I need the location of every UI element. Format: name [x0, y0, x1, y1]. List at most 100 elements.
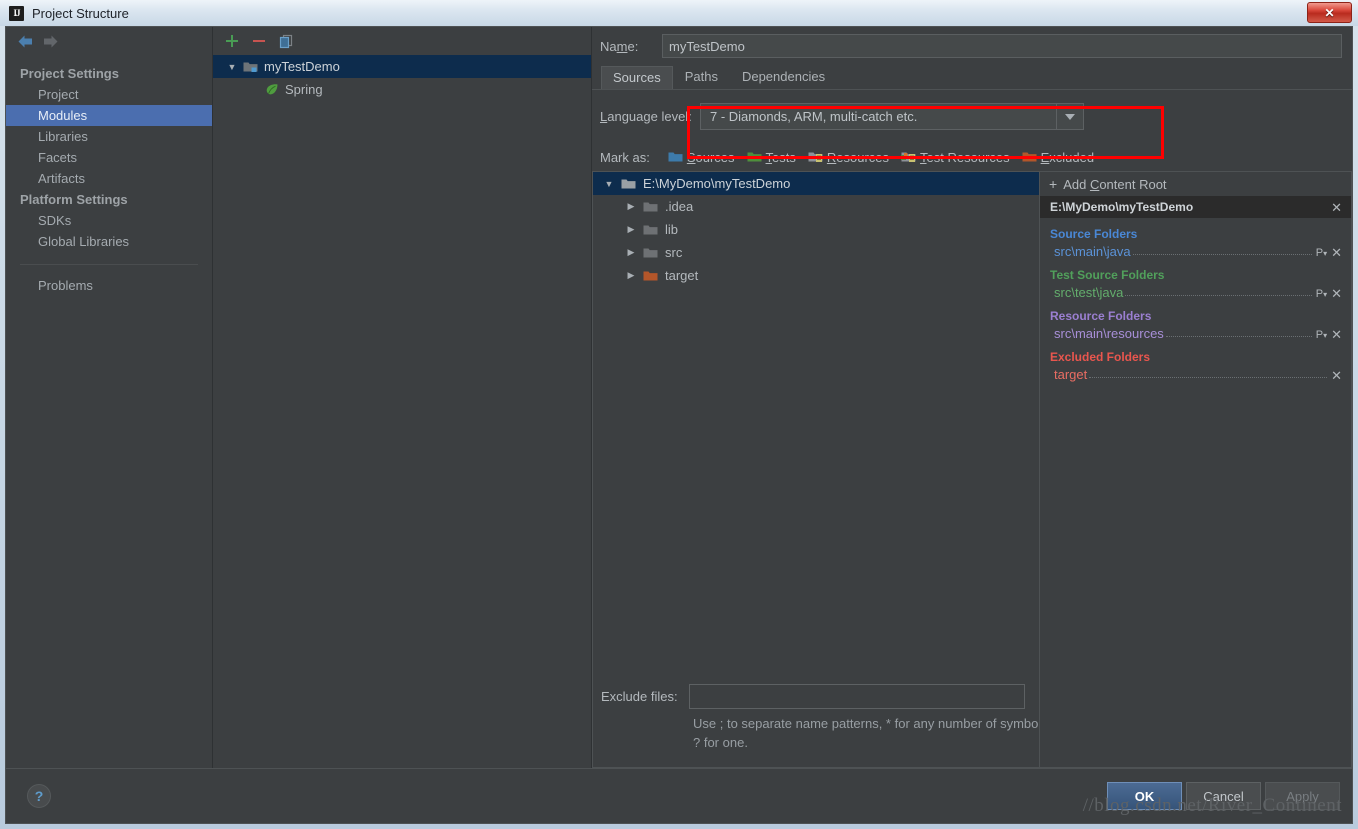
mark-as-label: Mark as:	[600, 149, 650, 165]
mark-as-test-resources-button[interactable]: Test Resources	[901, 150, 1010, 165]
root-folder-item[interactable]: target ✕	[1040, 364, 1351, 382]
file-tree-row[interactable]: ▼ E:\MyDemo\myTestDemo	[593, 172, 1039, 195]
dotted-leader	[1125, 284, 1312, 296]
file-tree-row[interactable]: ▶ src	[593, 241, 1039, 264]
triangle-down-icon[interactable]: ▼	[597, 179, 621, 189]
remove-content-root-icon[interactable]: ✕	[1331, 201, 1342, 214]
mark-as-label: Resources	[826, 149, 890, 165]
tab-sources[interactable]: Sources	[601, 66, 673, 89]
triangle-down-icon[interactable]: ▼	[221, 62, 243, 72]
sidebar-item-modules[interactable]: Modules	[6, 105, 212, 126]
file-tree-row[interactable]: ▶ .idea	[593, 195, 1039, 218]
root-folder-path: src\main\resources	[1054, 326, 1164, 341]
modules-toolbar	[213, 27, 591, 55]
cancel-button[interactable]: Cancel	[1186, 782, 1261, 810]
ok-button[interactable]: OK	[1107, 782, 1182, 810]
triangle-right-icon[interactable]: ▶	[619, 247, 643, 258]
project-structure-dialog: Project Settings Project Modules Libraries F…	[5, 26, 1353, 824]
add-content-root-button[interactable]: + Add Content Root	[1040, 172, 1351, 196]
root-folder-actions: ✕	[1331, 369, 1342, 382]
mark-as-label: Test Resources	[920, 149, 1010, 165]
mark-as-sources-button[interactable]: Sources	[668, 150, 735, 165]
exclude-files-row: Exclude files:	[593, 684, 1025, 710]
sidebar-items: Project Settings Project Modules Libraries F…	[6, 55, 212, 296]
file-tree-label: lib	[665, 222, 679, 237]
exclude-files-hint: Use ; to separate name patterns, * for a…	[693, 716, 1052, 751]
sidebar-item-libraries[interactable]: Libraries	[6, 126, 212, 147]
sidebar-item-project[interactable]: Project	[6, 84, 212, 105]
dialog-content: Project Settings Project Modules Libraries F…	[6, 27, 1352, 768]
language-level-row: Language level: 7 - Diamonds, ARM, multi…	[592, 90, 1352, 143]
spring-leaf-icon	[265, 83, 279, 96]
remove-root-folder-icon[interactable]: ✕	[1331, 328, 1342, 341]
help-button[interactable]: ?	[27, 784, 51, 808]
remove-root-folder-icon[interactable]: ✕	[1331, 246, 1342, 259]
add-module-icon[interactable]	[225, 34, 239, 48]
folder-icon	[668, 151, 683, 163]
file-tree-row[interactable]: ▶ target	[593, 264, 1039, 287]
package-prefix-icon[interactable]: P▾	[1316, 288, 1327, 300]
folder-icon	[901, 151, 916, 163]
mark-as-row: Mark as: Sources Tests Resources Test Resou…	[592, 143, 1352, 171]
sidebar-item-global-libraries[interactable]: Global Libraries	[6, 231, 212, 252]
root-group-title: Test Source Folders	[1050, 268, 1165, 282]
module-tree-row[interactable]: ▼ myTestDemo	[213, 55, 591, 78]
file-tree-rows[interactable]: ▼ E:\MyDemo\myTestDemo ▶ .idea ▶ lib ▶ src ▶ targ…	[593, 172, 1039, 674]
mark-as-resources-button[interactable]: Resources	[808, 150, 889, 165]
sidebar-group-project-settings: Project Settings	[20, 66, 119, 81]
module-tree-row[interactable]: Spring	[213, 78, 591, 101]
root-folder-item[interactable]: src\main\resources P▾ ✕	[1040, 323, 1351, 341]
settings-sidebar: Project Settings Project Modules Libraries F…	[6, 27, 213, 768]
exclude-files-input[interactable]	[688, 684, 1025, 710]
sidebar-item-sdks[interactable]: SDKs	[6, 210, 212, 231]
language-level-combo[interactable]: 7 - Diamonds, ARM, multi-catch etc.	[700, 103, 1084, 130]
module-icon	[243, 61, 258, 73]
window-title: Project Structure	[32, 5, 129, 21]
content-root-header: E:\MyDemo\myTestDemo ✕	[1040, 196, 1351, 218]
tab-paths[interactable]: Paths	[673, 65, 730, 89]
mark-as-label: Excluded	[1040, 149, 1095, 165]
module-tabs: Sources Paths Dependencies	[592, 65, 1352, 89]
mark-as-label: Tests	[765, 149, 796, 165]
dotted-leader	[1132, 243, 1312, 255]
remove-root-folder-icon[interactable]: ✕	[1331, 287, 1342, 300]
file-tree-row[interactable]: ▶ lib	[593, 218, 1039, 241]
tab-dependencies[interactable]: Dependencies	[730, 65, 837, 89]
dialog-buttons: OK Cancel Apply	[1107, 782, 1340, 810]
sidebar-divider	[20, 264, 198, 265]
sidebar-group-platform-settings: Platform Settings	[20, 192, 128, 207]
copy-module-icon[interactable]	[279, 34, 294, 49]
module-name-input[interactable]	[662, 34, 1342, 58]
triangle-right-icon[interactable]: ▶	[619, 270, 643, 281]
arrow-left-icon[interactable]	[17, 34, 34, 49]
close-window-button[interactable]: ✕	[1307, 2, 1352, 23]
root-folder-path: src\test\java	[1054, 285, 1124, 300]
content-root-path: E:\MyDemo\myTestDemo	[1050, 200, 1194, 214]
folder-icon	[643, 224, 658, 236]
root-folder-item[interactable]: src\main\java P▾ ✕	[1040, 241, 1351, 259]
chevron-down-icon[interactable]	[1056, 104, 1083, 129]
mark-as-excluded-button[interactable]: Excluded	[1022, 150, 1094, 165]
sidebar-item-problems[interactable]: Problems	[6, 275, 212, 296]
remove-root-folder-icon[interactable]: ✕	[1331, 369, 1342, 382]
triangle-right-icon[interactable]: ▶	[619, 201, 643, 212]
sidebar-item-facets[interactable]: Facets	[6, 147, 212, 168]
mark-as-label: Sources	[686, 149, 735, 165]
modules-panel: ▼ myTestDemo Spring	[213, 27, 592, 768]
package-prefix-icon[interactable]: P▾	[1316, 329, 1327, 341]
add-content-root-label: Add Content Root	[1063, 176, 1167, 192]
sources-tab-pane: Language level: 7 - Diamonds, ARM, multi…	[592, 89, 1352, 768]
mark-as-tests-button[interactable]: Tests	[747, 150, 796, 165]
dotted-leader	[1089, 366, 1328, 378]
module-tree-label: Spring	[285, 82, 323, 97]
language-level-value: 7 - Diamonds, ARM, multi-catch etc.	[710, 109, 918, 124]
remove-module-icon[interactable]	[252, 34, 266, 48]
folder-icon	[808, 151, 823, 163]
triangle-right-icon[interactable]: ▶	[619, 224, 643, 235]
root-group: Source Folders src\main\java P▾ ✕	[1040, 218, 1351, 259]
package-prefix-icon[interactable]: P▾	[1316, 247, 1327, 259]
root-folder-item[interactable]: src\test\java P▾ ✕	[1040, 282, 1351, 300]
sidebar-item-artifacts[interactable]: Artifacts	[6, 168, 212, 189]
content-root-file-tree: ▼ E:\MyDemo\myTestDemo ▶ .idea ▶ lib ▶ src ▶ targ…	[592, 171, 1051, 768]
modules-tree[interactable]: ▼ myTestDemo Spring	[213, 55, 591, 768]
